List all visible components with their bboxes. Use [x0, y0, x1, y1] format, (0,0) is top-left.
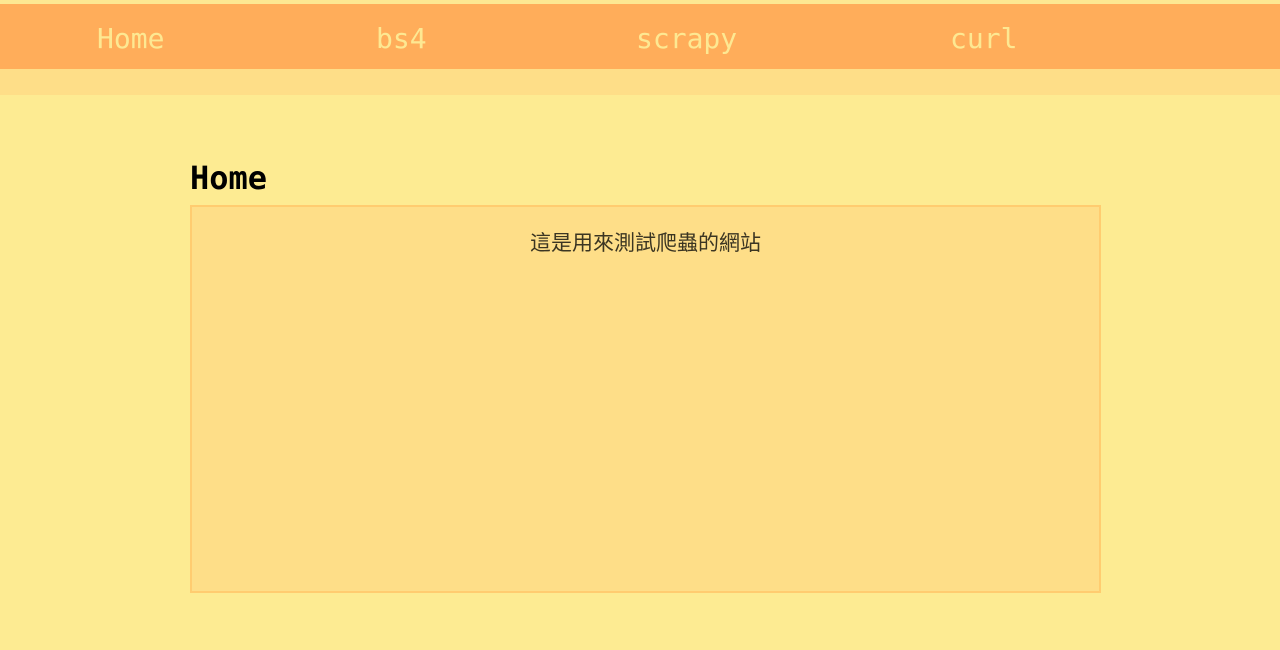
- top-navbar: Home bs4 scrapy curl: [0, 4, 1280, 69]
- content-panel: 這是用來測試爬蟲的網站: [190, 205, 1101, 593]
- nav-link-scrapy[interactable]: scrapy: [636, 4, 737, 69]
- content-text: 這是用來測試爬蟲的網站: [530, 231, 761, 255]
- nav-sub-bar: [0, 69, 1280, 95]
- nav-link-curl[interactable]: curl: [950, 4, 1017, 69]
- nav-link-home[interactable]: Home: [97, 4, 164, 69]
- page-title: Home: [190, 159, 268, 197]
- nav-link-bs4[interactable]: bs4: [376, 4, 427, 69]
